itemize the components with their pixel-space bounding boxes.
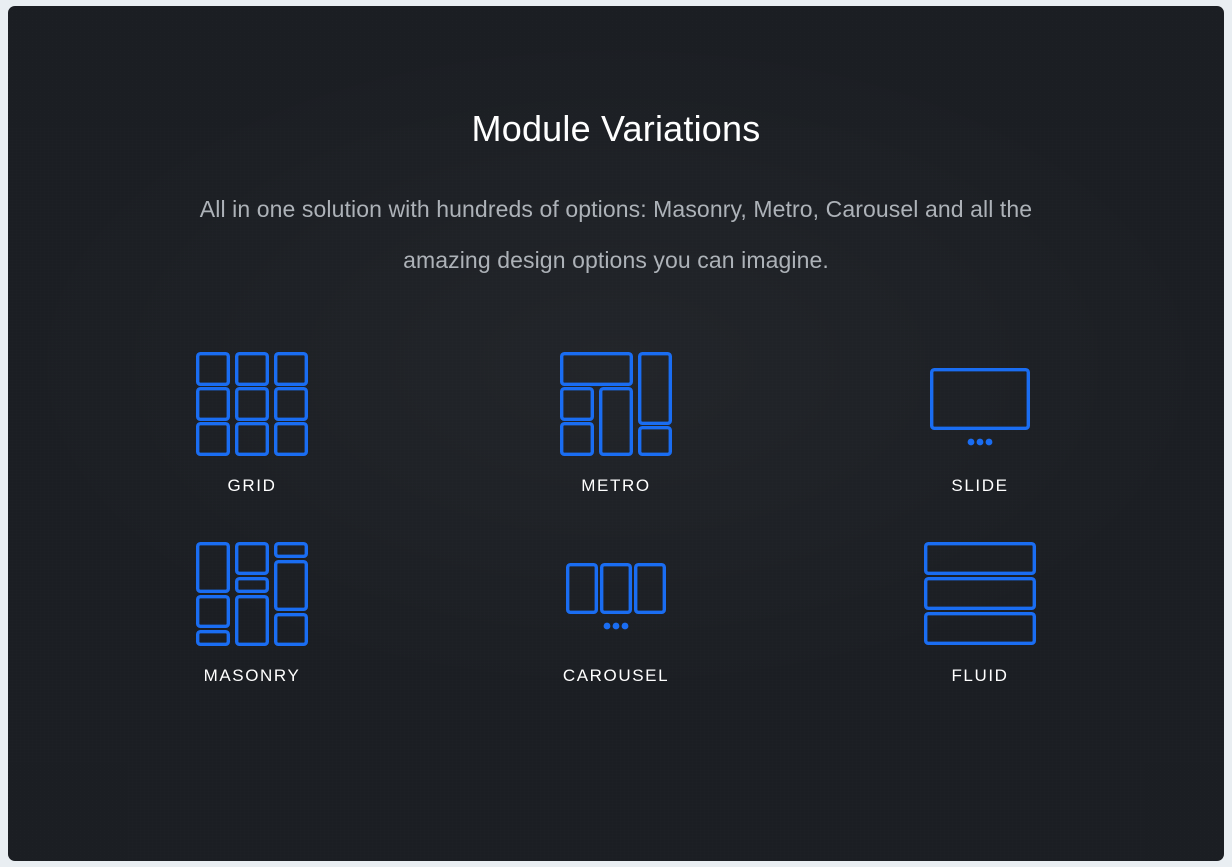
- fluid-layout-icon: [924, 536, 1036, 652]
- module-item-masonry[interactable]: MASONRY: [70, 536, 434, 726]
- carousel-layout-icon: [560, 536, 672, 652]
- module-variations-grid: GRID METRO SLIDE MASONRY CAROUSEL FLUID: [70, 346, 1162, 726]
- page-title: Module Variations: [471, 108, 761, 149]
- module-label: FLUID: [951, 666, 1009, 685]
- module-item-slide[interactable]: SLIDE: [798, 346, 1162, 536]
- grid-layout-icon: [196, 346, 308, 462]
- content-area: Module Variations All in one solution wi…: [8, 6, 1224, 861]
- module-label: GRID: [227, 476, 277, 495]
- module-item-metro[interactable]: METRO: [434, 346, 798, 536]
- module-label: CAROUSEL: [562, 666, 670, 685]
- module-item-grid[interactable]: GRID: [70, 346, 434, 536]
- module-label: SLIDE: [951, 476, 1009, 495]
- masonry-layout-icon: [196, 536, 308, 652]
- module-item-fluid[interactable]: FLUID: [798, 536, 1162, 726]
- module-item-carousel[interactable]: CAROUSEL: [434, 536, 798, 726]
- slide-layout-icon: [924, 346, 1036, 462]
- module-label: METRO: [581, 476, 651, 495]
- page-container: Module Variations All in one solution wi…: [8, 6, 1224, 861]
- module-label: MASONRY: [203, 666, 301, 685]
- page-subtitle: All in one solution with hundreds of opt…: [199, 196, 1033, 273]
- metro-layout-icon: [560, 346, 672, 462]
